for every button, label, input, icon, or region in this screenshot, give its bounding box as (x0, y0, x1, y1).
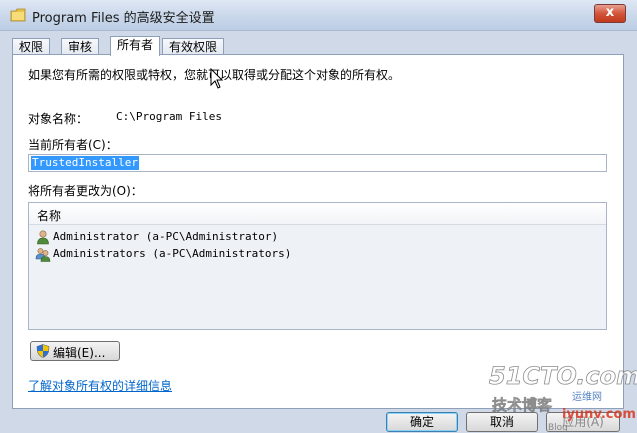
edit-button[interactable]: 编辑(E)... (30, 341, 120, 361)
edit-button-label: 编辑(E)... (53, 346, 106, 360)
tab-permissions[interactable]: 权限 (12, 38, 50, 55)
tab-auditing[interactable]: 审核 (61, 38, 99, 55)
watermark-site: 51CTO.com (489, 362, 637, 390)
watermark-text-1: 技术博客 (492, 396, 553, 414)
owner-candidates-list[interactable]: 名称 Administrator (a-PC\Administrator) Ad… (28, 202, 607, 330)
current-owner-label: 当前所有者(C)： (28, 138, 118, 152)
close-button[interactable]: x (594, 4, 626, 23)
owner-name: Administrator (a-PC\Administrator) (53, 230, 279, 243)
object-name-value: C:\Program Files (116, 110, 222, 123)
ok-button[interactable]: 确定 (386, 412, 458, 432)
uac-shield-icon (36, 344, 50, 358)
mouse-cursor-icon (210, 68, 224, 89)
window-title: Program Files 的高级安全设置 (32, 11, 215, 26)
folder-icon (10, 8, 26, 22)
owner-name: Administrators (a-PC\Administrators) (53, 247, 292, 260)
tab-effective-permissions[interactable]: 有效权限 (162, 38, 224, 55)
current-owner-field[interactable]: TrustedInstaller (28, 154, 607, 172)
change-owner-label: 将所有者更改为(O)： (28, 184, 143, 198)
object-name-label: 对象名称： (28, 112, 89, 126)
users-group-icon (35, 248, 51, 262)
current-owner-value[interactable]: TrustedInstaller (31, 156, 139, 170)
tab-owner[interactable]: 所有者 (110, 36, 160, 56)
list-column-header[interactable]: 名称 (29, 203, 606, 225)
watermark-text-4: Blog (548, 423, 568, 433)
title-bar: Program Files 的高级安全设置 x (0, 0, 637, 31)
learn-more-ownership-link[interactable]: 了解对象所有权的详细信息 (28, 377, 172, 394)
user-icon (37, 230, 49, 245)
watermark-text-2: 运维网 (572, 390, 602, 403)
watermark-text-3: iyunv.com (562, 407, 636, 422)
site-watermark: 51CTO.com 技术博客 运维网 iyunv.com Blog (489, 362, 637, 433)
column-name-label: 名称 (37, 209, 62, 223)
